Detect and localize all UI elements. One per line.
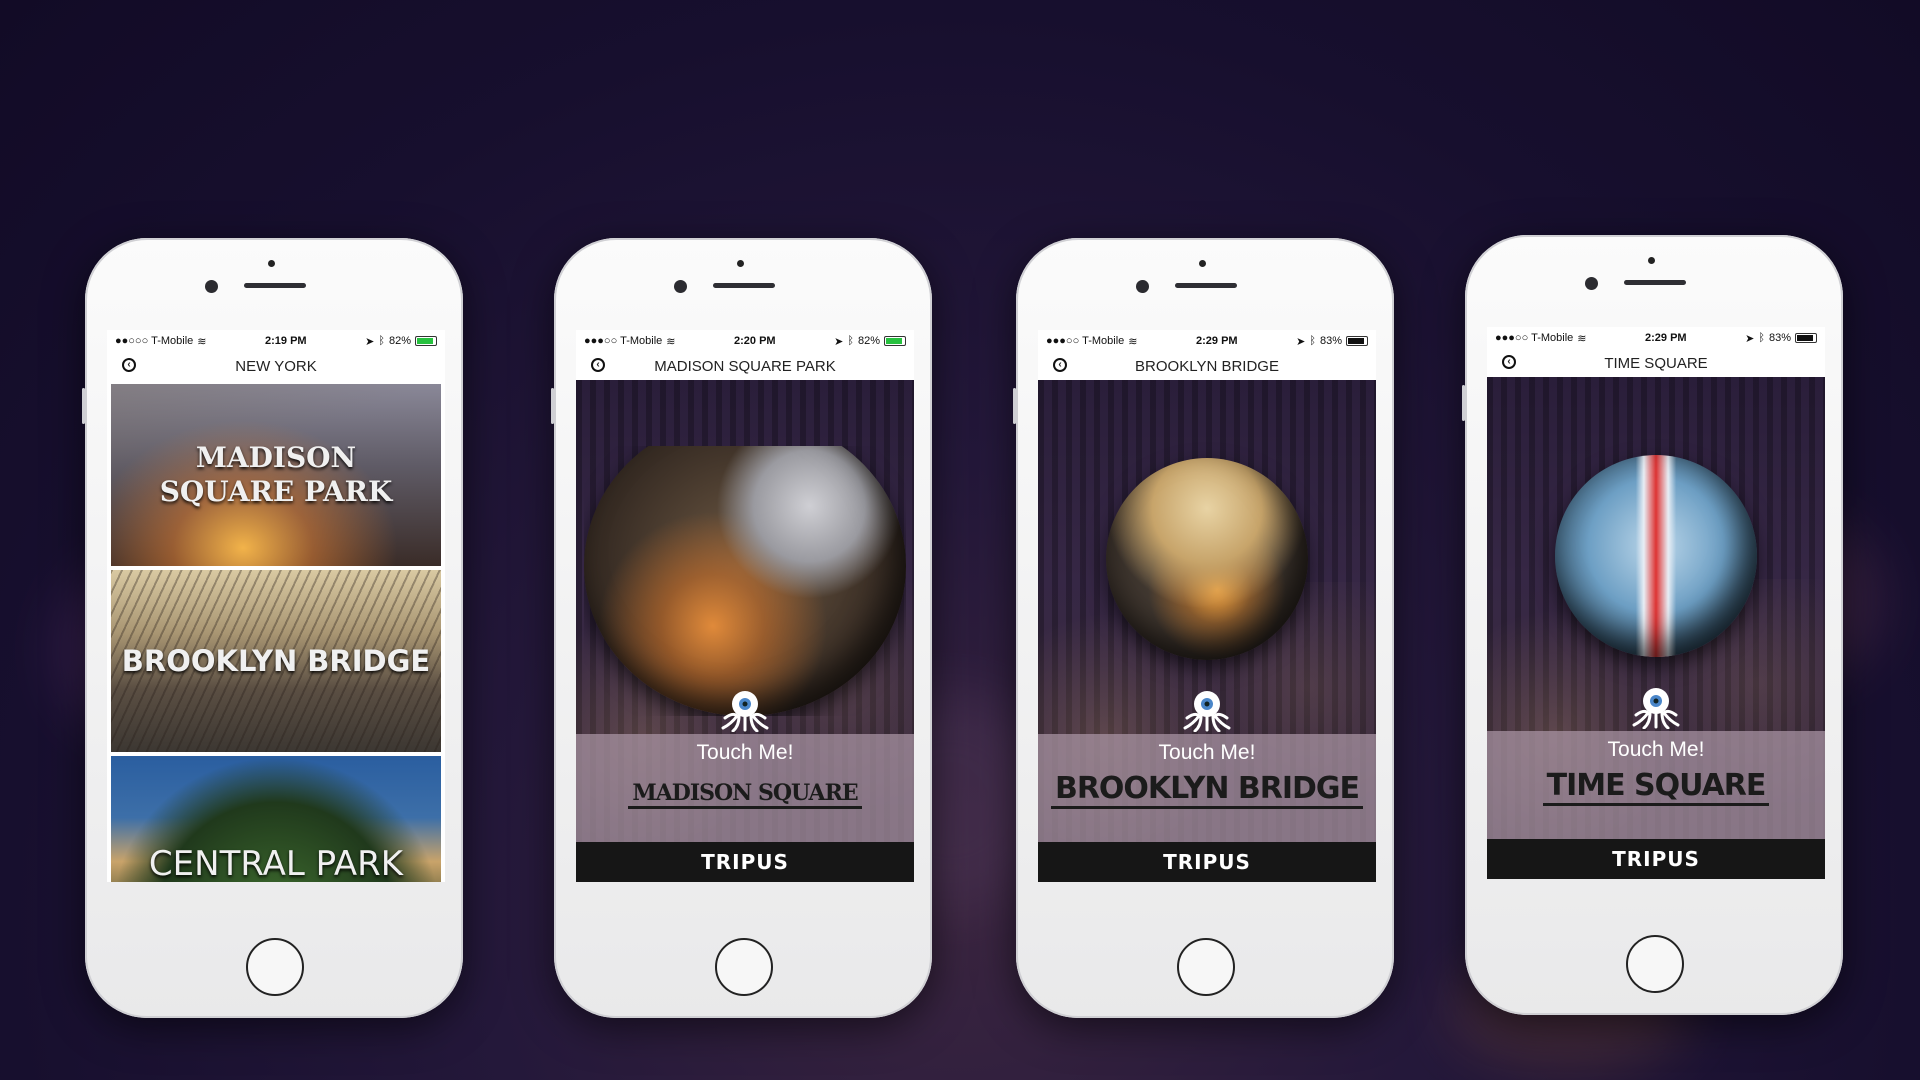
- nav-bar: ‹ NEW YORK: [107, 352, 445, 381]
- proximity-sensor: [1199, 260, 1206, 267]
- phone-madison-square-park: ●●●○○ T-Mobile ≋ 2:20 PM ➤ ᛒ 82% ‹ MADIS…: [551, 238, 932, 1018]
- page-title: MADISON SQUARE PARK: [654, 357, 836, 375]
- proximity-sensor: [1648, 257, 1655, 264]
- content-area: MADISON SQUARE PARK BROOKLYN BRIDGE CENT…: [107, 380, 445, 882]
- location-arrow-icon: ➤: [365, 335, 375, 348]
- tile-central-park[interactable]: CENTRAL PARK: [111, 756, 441, 882]
- battery-percent: 83%: [1319, 335, 1342, 347]
- status-bar: ●●●○○ T-Mobile ≋ 2:29 PM ➤ ᛒ 83%: [1038, 330, 1376, 352]
- battery-icon: [1345, 336, 1368, 346]
- carrier-label: ●●●○○ T-Mobile: [1046, 335, 1125, 347]
- status-bar: ●●○○○ T-Mobile ≋ 2:19 PM ➤ ᛒ 82%: [107, 330, 445, 352]
- content-area: Touch Me! TIME SQUARE TRIPUS: [1487, 377, 1825, 879]
- battery-icon: [883, 336, 906, 346]
- proximity-sensor: [268, 260, 275, 267]
- bluetooth-icon: ᛒ: [1309, 335, 1316, 347]
- tile-label: MADISON SQUARE PARK: [159, 441, 393, 508]
- back-arrow-icon[interactable]: ‹: [1502, 355, 1516, 369]
- carrier-label: ●●○○○ T-Mobile: [115, 335, 194, 347]
- wifi-icon: ≋: [1577, 332, 1587, 345]
- wifi-icon: ≋: [197, 335, 207, 348]
- earpiece-speaker: [244, 283, 306, 288]
- phone-time-square: ●●●○○ T-Mobile ≋ 2:29 PM ➤ ᛒ 83% ‹ TIME …: [1462, 235, 1843, 1015]
- place-title-text: MADISON SQUARE: [628, 780, 862, 809]
- status-bar: ●●●○○ T-Mobile ≋ 2:29 PM ➤ ᛒ 83%: [1487, 327, 1825, 349]
- screen: ●●●○○ T-Mobile ≋ 2:29 PM ➤ ᛒ 83% ‹ TIME …: [1487, 327, 1825, 879]
- phone-new-york: ●●○○○ T-Mobile ≋ 2:19 PM ➤ ᛒ 82% ‹ NEW Y…: [82, 238, 463, 1018]
- time-label: 2:20 PM: [734, 335, 776, 347]
- place-title: MADISON SQUARE: [576, 780, 914, 809]
- page-title: TIME SQUARE: [1604, 354, 1708, 372]
- tile-brooklyn-bridge[interactable]: BROOKLYN BRIDGE: [111, 570, 441, 752]
- brand-bar: TRIPUS: [576, 842, 914, 882]
- nav-bar: ‹ TIME SQUARE: [1487, 349, 1825, 378]
- time-label: 2:19 PM: [265, 335, 307, 347]
- tile-madison-square-park[interactable]: MADISON SQUARE PARK: [111, 384, 441, 566]
- content-area: Touch Me! MADISON SQUARE TRIPUS: [576, 380, 914, 882]
- wifi-icon: ≋: [1128, 335, 1138, 348]
- battery-percent: 82%: [388, 335, 411, 347]
- screen: ●●●○○ T-Mobile ≋ 2:29 PM ➤ ᛒ 83% ‹ BROOK…: [1038, 330, 1376, 882]
- proximity-sensor: [737, 260, 744, 267]
- battery-percent: 83%: [1768, 332, 1791, 344]
- carrier-label: ●●●○○ T-Mobile: [584, 335, 663, 347]
- touch-me-label[interactable]: Touch Me!: [1487, 738, 1825, 762]
- back-arrow-icon[interactable]: ‹: [1053, 358, 1067, 372]
- tile-label: CENTRAL PARK: [148, 844, 404, 882]
- screen: ●●●○○ T-Mobile ≋ 2:20 PM ➤ ᛒ 82% ‹ MADIS…: [576, 330, 914, 882]
- home-button[interactable]: [715, 938, 773, 996]
- back-arrow-icon[interactable]: ‹: [122, 358, 136, 372]
- front-camera: [1585, 277, 1598, 290]
- earpiece-speaker: [1175, 283, 1237, 288]
- screen: ●●○○○ T-Mobile ≋ 2:19 PM ➤ ᛒ 82% ‹ NEW Y…: [107, 330, 445, 882]
- home-button[interactable]: [1177, 938, 1235, 996]
- home-button[interactable]: [1626, 935, 1684, 993]
- touch-me-label[interactable]: Touch Me!: [576, 741, 914, 765]
- wifi-icon: ≋: [666, 335, 676, 348]
- front-camera: [674, 280, 687, 293]
- octopus-logo-icon: [721, 691, 769, 732]
- front-camera: [205, 280, 218, 293]
- location-arrow-icon: ➤: [834, 335, 844, 348]
- home-button[interactable]: [246, 938, 304, 996]
- place-title-text: TIME SQUARE: [1542, 768, 1770, 806]
- front-camera: [1136, 280, 1149, 293]
- place-title: TIME SQUARE: [1487, 768, 1825, 806]
- bluetooth-icon: ᛒ: [1758, 332, 1765, 344]
- time-label: 2:29 PM: [1196, 335, 1238, 347]
- place-title-text: BROOKLYN BRIDGE: [1050, 771, 1364, 809]
- touch-me-label[interactable]: Touch Me!: [1038, 741, 1376, 765]
- battery-icon: [1794, 333, 1817, 343]
- earpiece-speaker: [713, 283, 775, 288]
- battery-icon: [414, 336, 437, 346]
- page-title: NEW YORK: [235, 357, 317, 375]
- place-title: BROOKLYN BRIDGE: [1038, 771, 1376, 809]
- phone-brooklyn-bridge: ●●●○○ T-Mobile ≋ 2:29 PM ➤ ᛒ 83% ‹ BROOK…: [1013, 238, 1394, 1018]
- location-arrow-icon: ➤: [1745, 332, 1755, 345]
- bluetooth-icon: ᛒ: [847, 335, 854, 347]
- earpiece-speaker: [1624, 280, 1686, 285]
- octopus-logo-icon: [1632, 688, 1680, 729]
- content-area: Touch Me! BROOKLYN BRIDGE TRIPUS: [1038, 380, 1376, 882]
- octopus-logo-icon: [1183, 691, 1231, 732]
- panorama-orb[interactable]: [1555, 455, 1757, 657]
- battery-percent: 82%: [857, 335, 880, 347]
- panorama-orb[interactable]: [1106, 458, 1308, 660]
- panorama-orb[interactable]: [584, 446, 906, 716]
- bluetooth-icon: ᛒ: [378, 335, 385, 347]
- carrier-label: ●●●○○ T-Mobile: [1495, 332, 1574, 344]
- nav-bar: ‹ BROOKLYN BRIDGE: [1038, 352, 1376, 381]
- back-arrow-icon[interactable]: ‹: [591, 358, 605, 372]
- location-arrow-icon: ➤: [1296, 335, 1306, 348]
- nav-bar: ‹ MADISON SQUARE PARK: [576, 352, 914, 381]
- status-bar: ●●●○○ T-Mobile ≋ 2:20 PM ➤ ᛒ 82%: [576, 330, 914, 352]
- time-label: 2:29 PM: [1645, 332, 1687, 344]
- brand-bar: TRIPUS: [1487, 839, 1825, 879]
- brand-bar: TRIPUS: [1038, 842, 1376, 882]
- tile-label: BROOKLYN BRIDGE: [121, 644, 431, 678]
- page-title: BROOKLYN BRIDGE: [1135, 357, 1279, 375]
